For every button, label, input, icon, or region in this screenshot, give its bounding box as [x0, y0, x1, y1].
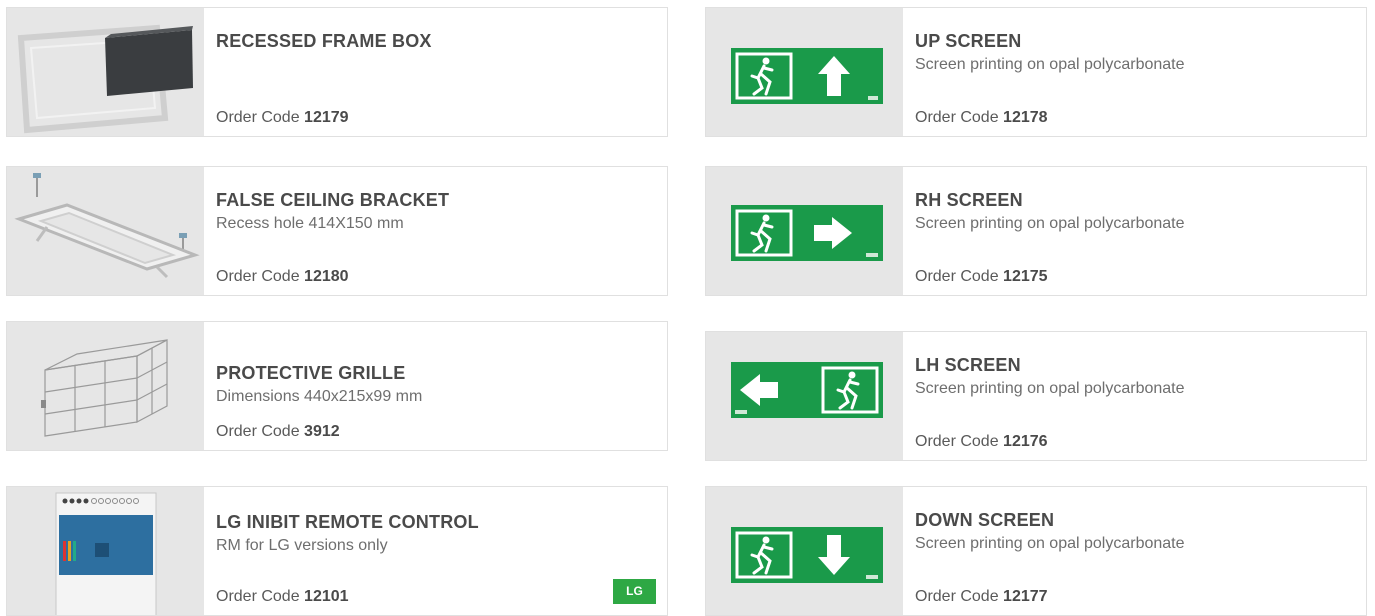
product-title: RH SCREEN	[915, 190, 1023, 210]
order-code: 12175	[1003, 268, 1048, 285]
product-card-down-screen[interactable]: DOWN SCREEN Screen printing on opal poly…	[705, 486, 1367, 616]
order-code-line: Order Code 12180	[216, 268, 349, 285]
order-code: 12101	[304, 588, 349, 605]
order-code-line: Order Code 12177	[915, 588, 1048, 605]
exit-sign-up-arrow-icon	[706, 8, 903, 136]
product-card-lh-screen[interactable]: LH SCREEN Screen printing on opal polyca…	[705, 331, 1367, 461]
product-title: FALSE CEILING BRACKET	[216, 190, 450, 210]
product-card-recessed-frame-box[interactable]: RECESSED FRAME BOX Order Code 12179	[6, 7, 668, 137]
order-code-line: Order Code 12101	[216, 588, 349, 605]
product-card-lg-inibit-remote[interactable]: LG INIBIT REMOTE CONTROL RM for LG versi…	[6, 486, 668, 616]
order-code-line: Order Code 3912	[216, 423, 340, 440]
product-card-false-ceiling-bracket[interactable]: FALSE CEILING BRACKET Recess hole 414X15…	[6, 166, 668, 296]
product-card-protective-grille[interactable]: PROTECTIVE GRILLE Dimensions 440x215x99 …	[6, 321, 668, 451]
protective-grille-image	[7, 322, 204, 450]
product-title: DOWN SCREEN	[915, 510, 1055, 530]
order-code: 12176	[1003, 433, 1048, 450]
order-code-line: Order Code 12176	[915, 433, 1048, 450]
product-description: RM for LG versions only	[216, 537, 388, 554]
exit-sign-down-arrow-icon	[706, 487, 903, 615]
product-title: RECESSED FRAME BOX	[216, 31, 432, 51]
false-ceiling-bracket-image	[7, 167, 204, 295]
order-code: 3912	[304, 423, 340, 440]
product-title: LH SCREEN	[915, 355, 1021, 375]
order-code: 12179	[304, 109, 349, 126]
exit-sign-left-arrow-icon	[706, 332, 903, 460]
recessed-frame-box-image	[7, 8, 204, 136]
product-description: Dimensions 440x215x99 mm	[216, 388, 423, 405]
remote-control-module-image	[7, 487, 204, 615]
product-card-up-screen[interactable]: UP SCREEN Screen printing on opal polyca…	[705, 7, 1367, 137]
product-description: Recess hole 414X150 mm	[216, 215, 404, 232]
product-description: Screen printing on opal polycarbonate	[915, 56, 1185, 73]
order-code: 12178	[1003, 109, 1048, 126]
order-code-line: Order Code 12175	[915, 268, 1048, 285]
product-card-rh-screen[interactable]: RH SCREEN Screen printing on opal polyca…	[705, 166, 1367, 296]
product-title: PROTECTIVE GRILLE	[216, 363, 406, 383]
order-code-line: Order Code 12178	[915, 109, 1048, 126]
lg-badge: LG	[613, 579, 656, 604]
product-title: UP SCREEN	[915, 31, 1022, 51]
exit-sign-right-arrow-icon	[706, 167, 903, 295]
order-code: 12177	[1003, 588, 1048, 605]
product-description: Screen printing on opal polycarbonate	[915, 380, 1185, 397]
product-description: Screen printing on opal polycarbonate	[915, 535, 1185, 552]
product-title: LG INIBIT REMOTE CONTROL	[216, 512, 479, 532]
product-description: Screen printing on opal polycarbonate	[915, 215, 1185, 232]
order-code: 12180	[304, 268, 349, 285]
order-code-line: Order Code 12179	[216, 109, 349, 126]
